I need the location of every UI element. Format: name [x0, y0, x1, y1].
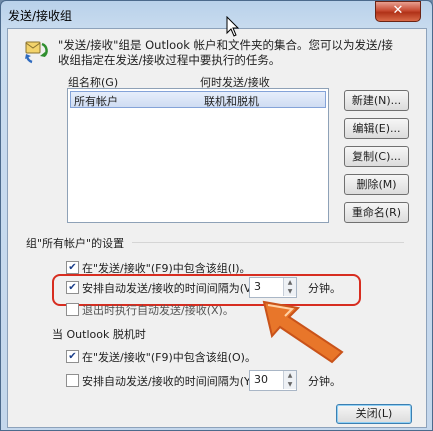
dialog-description: "发送/接收"组是 Outlook 帐户和文件夹的集合。您可以为发送/接收组指定…	[58, 38, 393, 67]
auto-offline-label: 安排自动发送/接收的时间间隔为(Y)	[82, 375, 256, 388]
auto-online-label: 安排自动发送/接收的时间间隔为(V)	[82, 282, 256, 295]
interval-online-spinner[interactable]: 3 ▲ ▼	[249, 277, 297, 298]
delete-button[interactable]: 删除(M)	[344, 174, 409, 195]
include-online-checkbox[interactable]: ✔	[66, 261, 79, 274]
list-item[interactable]: 所有帐户 联机和脱机	[70, 91, 326, 108]
include-offline-checkbox[interactable]: ✔	[66, 350, 79, 363]
pointer-arrow-icon	[262, 300, 344, 364]
interval-offline-spinner[interactable]: 30 ▲ ▼	[249, 370, 297, 391]
auto-online-checkbox[interactable]: ✔	[66, 281, 79, 294]
new-button[interactable]: 新建(N)...	[344, 90, 409, 111]
copy-button[interactable]: 复制(C)...	[344, 146, 409, 167]
close-button[interactable]: 关闭(L)	[336, 404, 412, 424]
auto-offline-checkbox[interactable]	[66, 374, 79, 387]
spin-up-icon[interactable]: ▲	[283, 278, 296, 287]
section-divider	[132, 242, 404, 243]
send-receive-icon	[25, 41, 48, 64]
minutes-online-label: 分钟。	[308, 282, 341, 295]
spin-down-icon[interactable]: ▼	[283, 287, 296, 296]
group-name-cell: 所有帐户	[74, 95, 118, 108]
rename-button[interactable]: 重命名(R)	[344, 202, 409, 223]
group-listbox[interactable]: 所有帐户 联机和脱机	[67, 88, 329, 223]
include-offline-label: 在"发送/接收"(F9)中包含该组(O)。	[82, 351, 256, 364]
spin-up-icon[interactable]: ▲	[283, 371, 296, 380]
minutes-offline-label: 分钟。	[308, 375, 341, 388]
interval-offline-value: 30	[254, 373, 268, 386]
group-when-cell: 联机和脱机	[204, 95, 259, 108]
interval-online-value: 3	[254, 280, 261, 293]
close-window-button[interactable]: ✕	[375, 1, 421, 22]
offline-section-label: 当 Outlook 脱机时	[52, 328, 146, 341]
exit-checkbox[interactable]	[66, 303, 79, 316]
spin-down-icon[interactable]: ▼	[283, 380, 296, 389]
settings-section-label: 组"所有帐户"的设置	[26, 237, 125, 250]
exit-label: 退出时执行自动发送/接收(X)。	[82, 304, 234, 317]
mouse-cursor-icon	[226, 16, 240, 37]
window-title: 发送/接收组	[8, 9, 73, 23]
edit-button[interactable]: 编辑(E)...	[344, 118, 409, 139]
